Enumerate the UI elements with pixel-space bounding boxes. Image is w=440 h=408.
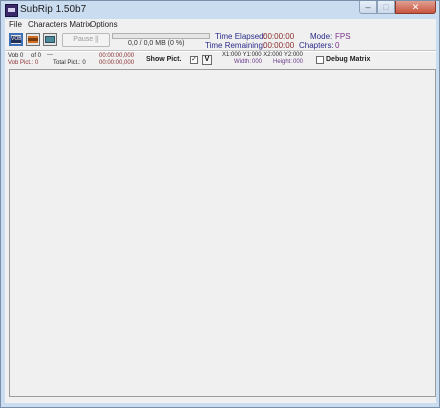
minimize-button[interactable]: – — [359, 1, 377, 14]
size-readout: 0,0 / 0,0 MB (0 %) — [128, 40, 185, 47]
film-button[interactable] — [26, 33, 40, 46]
app-window: SubRip 1.50b7 – □ ✕ File Characters Matr… — [0, 0, 440, 408]
debug-matrix-label: Debug Matrix — [326, 56, 371, 63]
time-elapsed-value: 00:00:00 — [263, 32, 295, 41]
time-remaining-label: Time Remaining: — [205, 41, 266, 50]
time-end: 00:00:00,000 — [99, 60, 135, 66]
show-pict-label: Show Pict. — [146, 56, 182, 63]
debug-matrix-checkbox[interactable] — [316, 56, 324, 64]
time-start: 00:00:00,000 — [99, 53, 135, 59]
show-pict-checkbox[interactable]: ✓ — [190, 56, 198, 64]
width-label: Width: — [234, 59, 252, 65]
time-remaining-value: 00:00:00 — [263, 41, 295, 50]
menu-characters-matrix[interactable]: Characters Matrix — [28, 19, 91, 30]
coords-readout: X1:000 Y1:000 X2:000 Y2:000 — [222, 52, 303, 58]
height-value: 000 — [293, 59, 304, 65]
chapters-value: 0 — [335, 41, 340, 50]
open-vob-button[interactable] — [9, 33, 23, 46]
chapters-label: Chapters: — [299, 41, 334, 50]
height-label: Height: — [273, 59, 293, 65]
vob-icon — [11, 36, 22, 43]
pause-button[interactable]: Pause || — [62, 33, 110, 47]
menu-bar: File Characters Matrix Options — [5, 19, 436, 30]
toolbar-divider-highlight — [5, 51, 436, 52]
maximize-button[interactable]: □ — [377, 1, 395, 14]
vob-dashes: --- — [47, 52, 53, 58]
mode-label: Mode: — [310, 32, 333, 41]
time-elapsed-label: Time Elapsed: — [215, 32, 266, 41]
screen-icon — [45, 36, 55, 43]
close-button[interactable]: ✕ — [395, 1, 436, 14]
width-value: 000 — [252, 59, 263, 65]
mode-value: FPS — [335, 32, 351, 41]
film-icon — [28, 36, 38, 43]
menu-file[interactable]: File — [9, 19, 22, 30]
vob-pict-label: Vob Pict.: 0 — [8, 60, 39, 66]
menu-options[interactable]: Options — [90, 19, 118, 30]
vob-of-label: of 0 — [31, 53, 42, 59]
total-pict-label: Total Pict.: 0 — [53, 60, 86, 66]
window-title: SubRip 1.50b7 — [20, 4, 87, 15]
vob-label: Vob 0 — [8, 53, 24, 59]
v-button[interactable]: V — [202, 55, 212, 65]
progress-bar — [112, 33, 210, 39]
main-panel: Pause || 0,0 / 0,0 MB (0 %) Time Elapsed… — [5, 30, 436, 403]
app-icon[interactable] — [5, 4, 18, 17]
picture-preview-area[interactable] — [9, 69, 436, 397]
screen-button[interactable] — [43, 33, 57, 46]
title-bar[interactable]: SubRip 1.50b7 – □ ✕ — [1, 1, 439, 19]
